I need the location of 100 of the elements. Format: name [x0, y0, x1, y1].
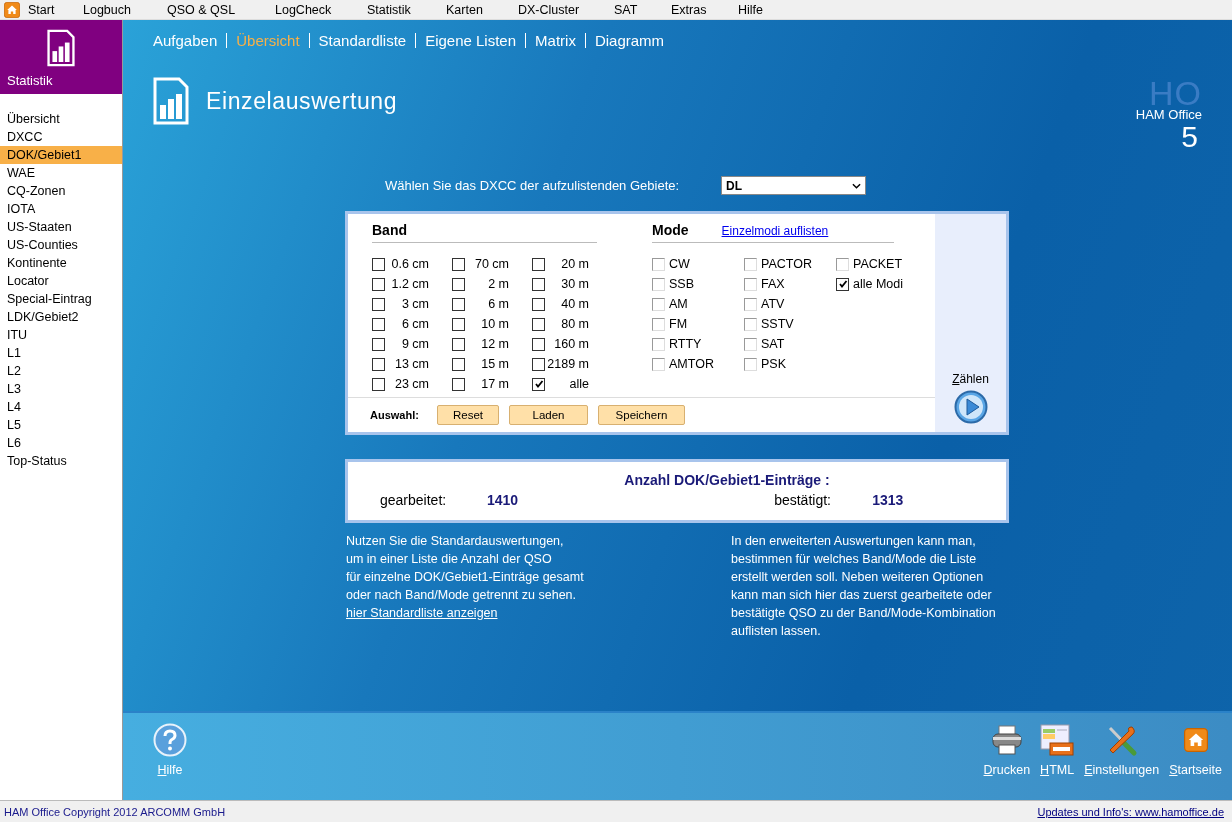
- mode-heading: Mode: [652, 222, 689, 238]
- checkbox[interactable]: [532, 377, 545, 391]
- menu-item[interactable]: Extras: [671, 2, 738, 17]
- band-label: 12 m: [480, 337, 509, 351]
- worked-label: gearbeitet:: [380, 492, 448, 508]
- dxcc-dropdown[interactable]: DL: [721, 176, 866, 195]
- mode-label: CW: [669, 257, 690, 271]
- checkbox[interactable]: [532, 257, 545, 271]
- checkbox[interactable]: [452, 317, 465, 331]
- play-button[interactable]: [953, 390, 988, 424]
- menu-item[interactable]: QSO & QSL: [167, 2, 275, 17]
- checkbox[interactable]: [452, 297, 465, 311]
- checkbox[interactable]: [452, 357, 465, 371]
- dxcc-label: Wählen Sie das DXCC der aufzulistenden Gebiete:: [385, 178, 681, 193]
- sidebar-item[interactable]: ITU: [0, 326, 122, 344]
- sidebar-item[interactable]: L6: [0, 434, 122, 452]
- checkbox[interactable]: [372, 277, 385, 291]
- mode-label: SAT: [761, 337, 785, 351]
- standard-list-link[interactable]: hier Standardliste anzeigen: [346, 606, 498, 620]
- sidebar-item[interactable]: Übersicht: [0, 110, 122, 128]
- count-label: Zählen: [952, 372, 989, 386]
- checkbox[interactable]: [372, 257, 385, 271]
- checkbox[interactable]: [532, 317, 545, 331]
- web-page-icon: [1040, 723, 1075, 757]
- band-label: 23 cm: [393, 377, 429, 391]
- band-heading: Band: [372, 222, 407, 238]
- band-label: 30 m: [560, 277, 589, 291]
- band-label: 70 cm: [473, 257, 509, 271]
- sidebar-item[interactable]: L2: [0, 362, 122, 380]
- menu-item[interactable]: Hilfe: [738, 2, 763, 17]
- checkbox[interactable]: [532, 357, 545, 371]
- sidebar-title: Statistik: [7, 73, 53, 88]
- checkbox[interactable]: [372, 377, 385, 391]
- checkbox[interactable]: [532, 277, 545, 291]
- list-modes-link[interactable]: Einzelmodi auflisten: [721, 224, 829, 238]
- sidebar-item[interactable]: Top-Status: [0, 452, 122, 470]
- sidebar-item[interactable]: Kontinente: [0, 254, 122, 272]
- confirmed-label: bestätigt:: [774, 492, 832, 508]
- menu-item[interactable]: SAT: [614, 2, 671, 17]
- menu-item[interactable]: LogCheck: [275, 2, 367, 17]
- band-label: 17 m: [480, 377, 509, 391]
- checkbox[interactable]: [452, 337, 465, 351]
- nav-link[interactable]: Eigene Listen: [425, 32, 517, 49]
- nav-link[interactable]: Diagramm: [594, 32, 665, 49]
- help-icon: [153, 723, 187, 757]
- sidebar-item[interactable]: LDK/Gebiet2: [0, 308, 122, 326]
- mode-label: alle Modi: [853, 277, 904, 291]
- sidebar-item[interactable]: L3: [0, 380, 122, 398]
- checkbox[interactable]: [452, 377, 465, 391]
- checkbox[interactable]: [372, 317, 385, 331]
- sidebar-item[interactable]: L5: [0, 416, 122, 434]
- band-label: 0.6 cm: [390, 257, 429, 271]
- band-label: 13 cm: [393, 357, 429, 371]
- mode-label: PACKET: [853, 257, 903, 271]
- checkbox[interactable]: [532, 297, 545, 311]
- info-paragraph: In den erweiterten Auswertungen kann man, bestimmen für welches Band/Mode die Liste erstellt werden soll. Neben weiteren Optionen kann man sich hier das zuerst gearbeitete oder bestätigte QSO zu der Band/Mode-Kombination auflisten lassen.: [731, 533, 997, 640]
- checkbox[interactable]: [372, 297, 385, 311]
- copyright-text: HAM Office Copyright 2012 ARCOMM GmbH: [4, 805, 226, 818]
- band-label: 6 m: [487, 297, 509, 311]
- logo-name: HAM Office: [1135, 108, 1202, 122]
- nav-link[interactable]: Standardliste: [318, 32, 407, 49]
- selection-button[interactable]: Laden: [509, 405, 588, 425]
- mode-label: AM: [669, 297, 688, 311]
- sidebar-item[interactable]: L1: [0, 344, 122, 362]
- menu-item[interactable]: Statistik: [367, 2, 446, 17]
- menu-item[interactable]: DX-Cluster: [518, 2, 614, 17]
- checkbox[interactable]: [452, 277, 465, 291]
- sidebar-item[interactable]: IOTA: [0, 200, 122, 218]
- home-icon[interactable]: [4, 1, 20, 18]
- menu-item[interactable]: Karten: [446, 2, 518, 17]
- selection-button[interactable]: Reset: [437, 405, 499, 425]
- checkbox[interactable]: [372, 337, 385, 351]
- sidebar-item[interactable]: Locator: [0, 272, 122, 290]
- logo-version: 5: [1181, 122, 1198, 152]
- bar-chart-icon: [47, 29, 75, 67]
- checkbox[interactable]: [836, 277, 849, 291]
- checkbox[interactable]: [372, 357, 385, 371]
- sidebar-item[interactable]: US-Counties: [0, 236, 122, 254]
- sidebar-item[interactable]: US-Staaten: [0, 218, 122, 236]
- selection-button[interactable]: Speichern: [598, 405, 685, 425]
- checkbox[interactable]: [532, 337, 545, 351]
- menu-item[interactable]: Logbuch: [83, 2, 167, 17]
- mode-label: RTTY: [669, 337, 702, 351]
- website-link[interactable]: Updates und Info's: www.hamoffice.de: [1037, 805, 1224, 818]
- footer-button[interactable]: Startseite: [1169, 723, 1222, 777]
- selection-label: Auswahl:: [370, 409, 420, 421]
- band-label: 10 m: [480, 317, 509, 331]
- sidebar-item[interactable]: DXCC: [0, 128, 122, 146]
- sidebar-item[interactable]: CQ-Zonen: [0, 182, 122, 200]
- checkbox[interactable]: [452, 257, 465, 271]
- sidebar-item[interactable]: Special-Eintrag: [0, 290, 122, 308]
- sidebar-item[interactable]: L4: [0, 398, 122, 416]
- bar-chart-icon: [153, 77, 189, 125]
- band-label: 9 cm: [400, 337, 429, 351]
- mode-label: PACTOR: [761, 257, 812, 271]
- band-label: 20 m: [560, 257, 589, 271]
- menu-item[interactable]: Start: [28, 2, 83, 17]
- nav-link[interactable]: Matrix: [535, 32, 576, 49]
- sidebar-item[interactable]: DOK/Gebiet1: [0, 146, 122, 164]
- sidebar-item[interactable]: WAE: [0, 164, 122, 182]
